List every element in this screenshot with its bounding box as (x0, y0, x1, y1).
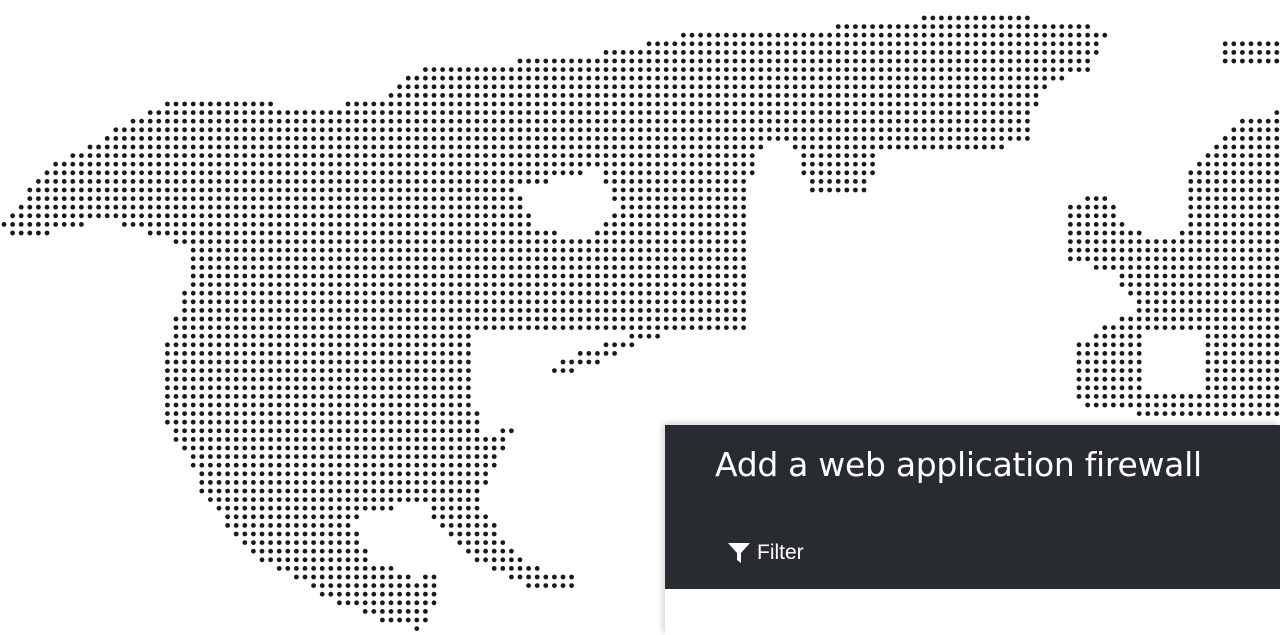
filter-button[interactable]: Filter (727, 541, 804, 565)
funnel-icon (728, 543, 750, 563)
app-stage: Add a web application firewall Filter (0, 0, 1280, 635)
add-waf-panel: Add a web application firewall Filter (665, 425, 1280, 635)
panel-header: Add a web application firewall Filter (665, 425, 1280, 589)
panel-title: Add a web application firewall (715, 445, 1202, 484)
panel-body (665, 589, 1280, 635)
filter-label: Filter (757, 541, 804, 564)
